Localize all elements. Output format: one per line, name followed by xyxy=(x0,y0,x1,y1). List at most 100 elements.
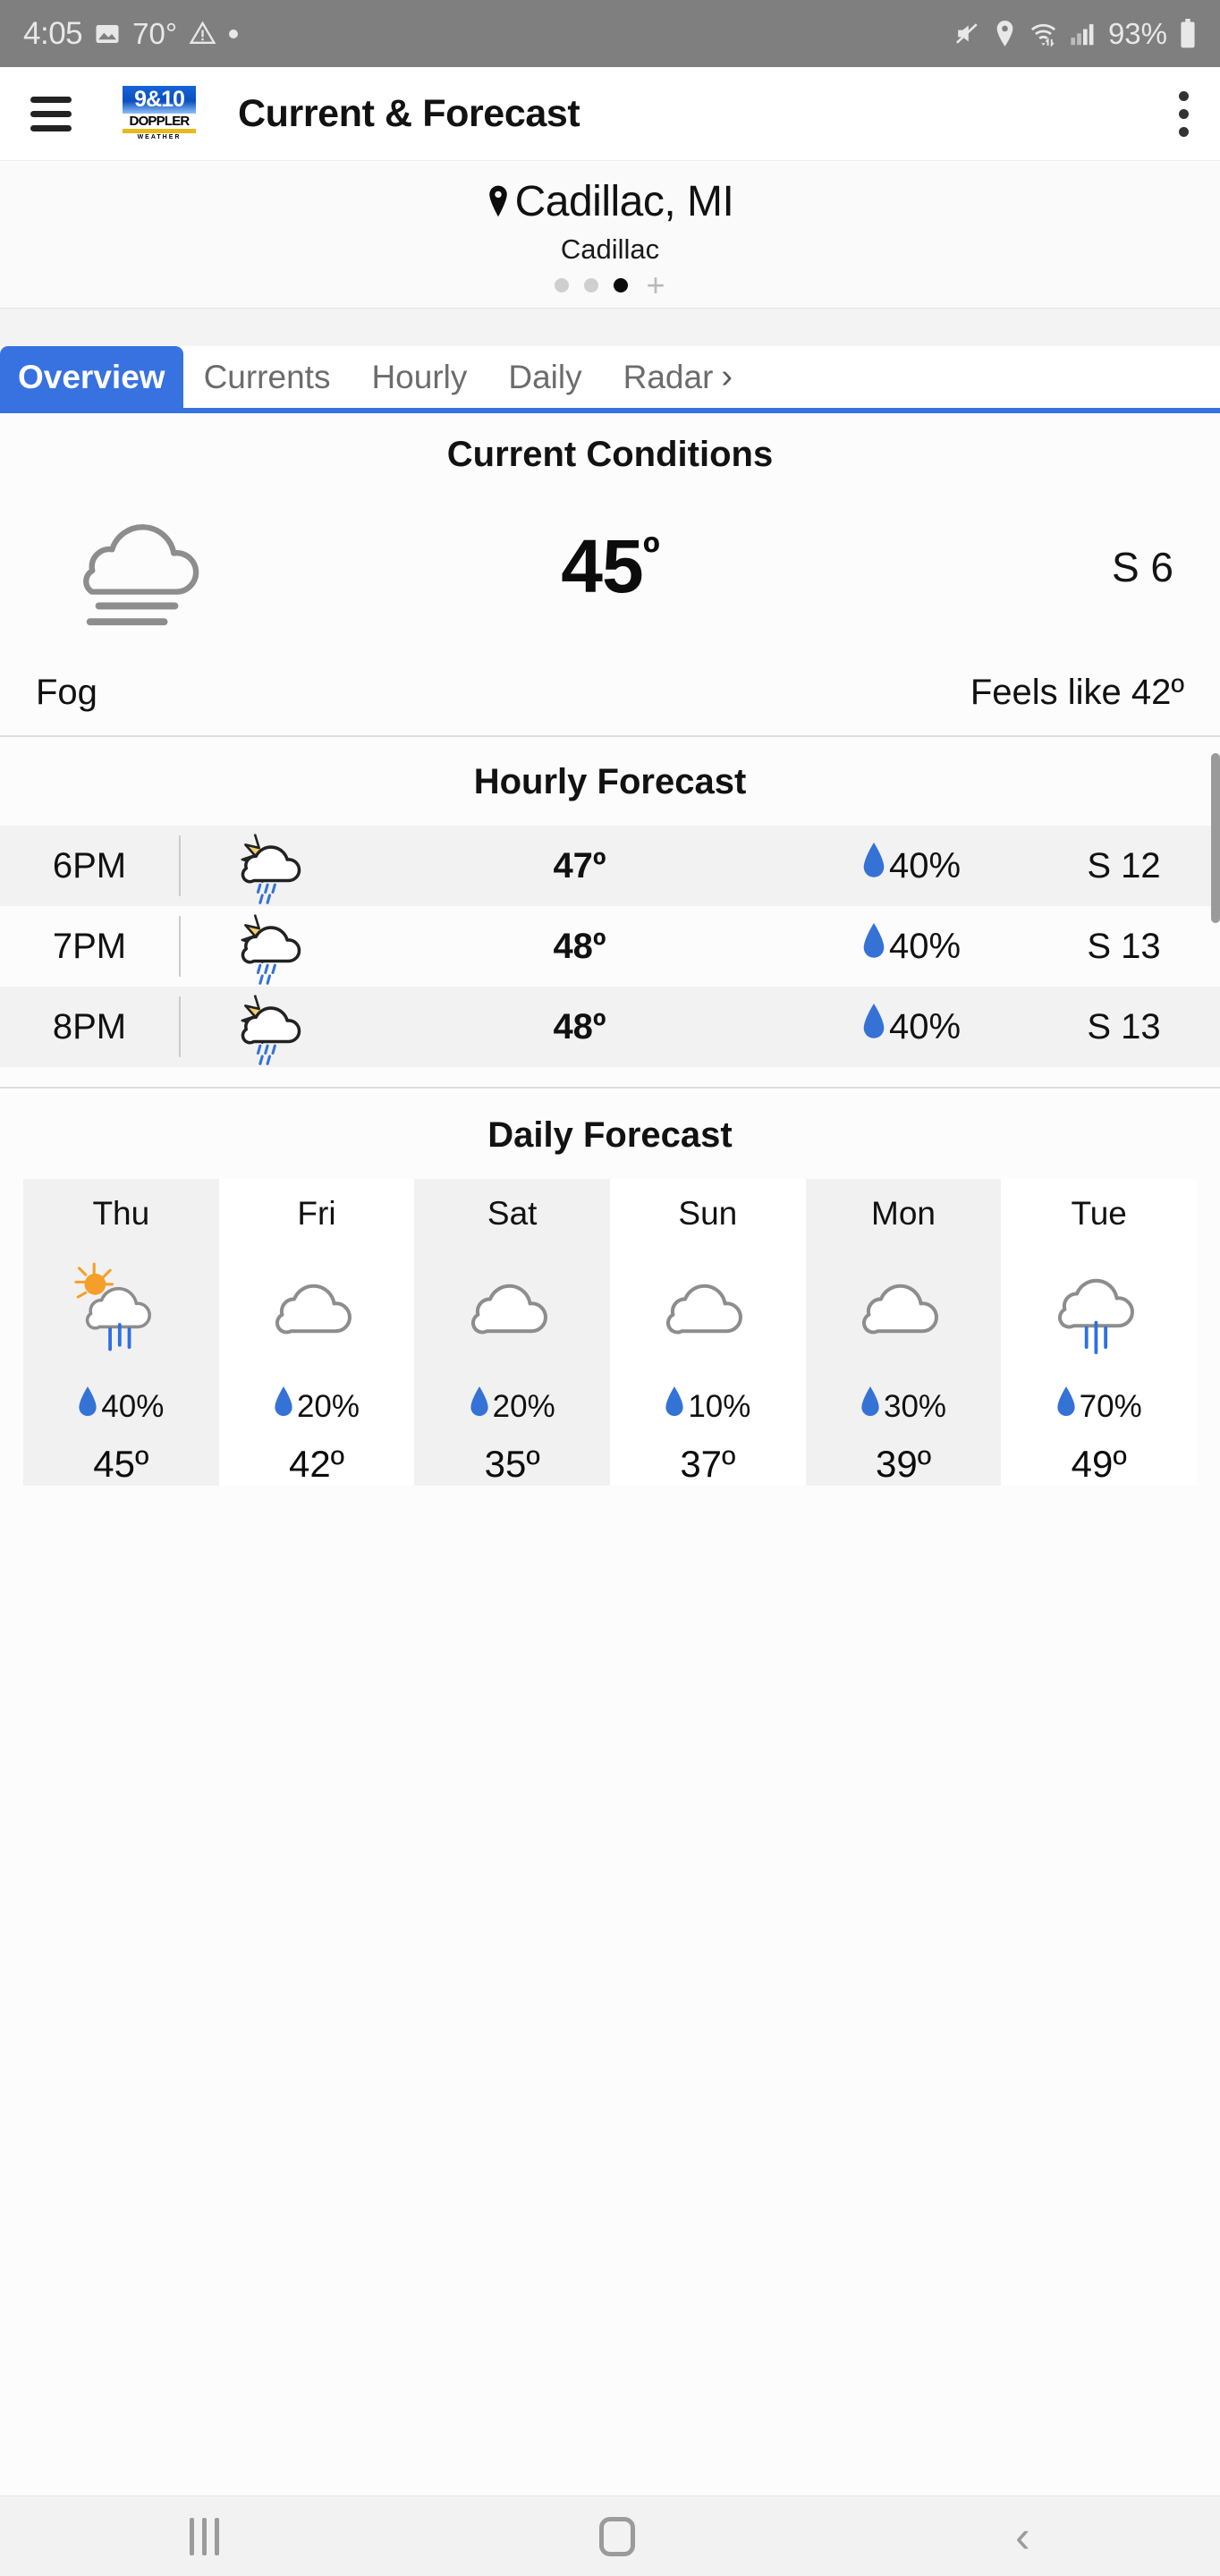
app-bar: 9&10 DOPPLER WEATHER Current & Forecast xyxy=(0,67,1220,161)
list-item[interactable]: Thu 40% 45º xyxy=(23,1179,219,1486)
hourly-precip: 40% xyxy=(795,923,1028,970)
current-temp-value: 45 xyxy=(561,524,643,608)
hourly-temp: 48º xyxy=(553,926,606,966)
fog-icon xyxy=(47,500,234,634)
current-wind: S 6 xyxy=(1111,543,1173,590)
daily-forecast-heading: Daily Forecast xyxy=(487,1115,733,1155)
battery-percent: 93% xyxy=(1107,16,1167,50)
table-row[interactable]: 8PM 48º 40% S 13 xyxy=(0,987,1220,1067)
water-droplet-icon xyxy=(470,1386,489,1427)
feels-like-label: Feels like 42º xyxy=(970,672,1184,712)
weather-app-screen: 4:05 70° 93% 9&10 DOPPLER WEATHER Curren… xyxy=(0,0,1220,2576)
day-temp: 39º xyxy=(875,1443,932,1485)
hourly-forecast-section: Hourly Forecast 6PM 47º 40% S 12 7PM 48º… xyxy=(0,737,1220,1067)
table-row[interactable]: 6PM 47º 40% S 12 xyxy=(0,826,1220,906)
tab-daily-label: Daily xyxy=(508,358,582,395)
dot-indicator-icon xyxy=(228,29,239,39)
location-subname: Cadillac xyxy=(560,233,660,265)
cloud-icon xyxy=(848,1254,959,1361)
day-precip-value: 20% xyxy=(296,1388,360,1424)
day-temp: 49º xyxy=(1071,1443,1127,1485)
hourly-time: 6PM xyxy=(52,845,127,886)
tab-overview[interactable]: Overview xyxy=(0,346,183,408)
cloud-icon xyxy=(261,1254,372,1361)
logo-mid-text: DOPPLER xyxy=(123,114,196,129)
day-precip-value: 10% xyxy=(688,1388,751,1424)
sun-cloud-rain-icon xyxy=(181,825,364,907)
list-item[interactable]: Mon 30% 39º xyxy=(805,1179,1002,1486)
tab-hourly-label: Hourly xyxy=(371,358,468,395)
water-droplet-icon xyxy=(1056,1386,1076,1427)
logo-top-text: 9&10 xyxy=(123,86,196,114)
list-item[interactable]: Fri 20% 42º xyxy=(218,1179,415,1486)
image-icon xyxy=(94,21,121,47)
list-item[interactable]: Sat 20% 35º xyxy=(414,1179,611,1486)
hourly-temp: 48º xyxy=(553,1006,606,1046)
recents-icon[interactable] xyxy=(190,2517,220,2555)
list-item[interactable]: Sun 10% 37º xyxy=(610,1179,806,1486)
sun-cloud-rain-icon xyxy=(181,905,364,987)
android-status-bar: 4:05 70° 93% xyxy=(0,0,1220,67)
daily-forecast-section: Daily Forecast Thu 40% 45º Fri 20% 42º S… xyxy=(0,1089,1220,1486)
vertical-scrollbar[interactable] xyxy=(1211,753,1220,923)
water-droplet-icon xyxy=(862,1004,885,1050)
tab-radar[interactable]: Radar › xyxy=(603,346,753,408)
location-pager[interactable]: + xyxy=(555,268,665,301)
sun-cloud-rain-icon xyxy=(181,986,364,1068)
list-item[interactable]: Tue 70% 49º xyxy=(1001,1179,1198,1486)
location-line: Cadillac, MI xyxy=(487,177,734,226)
status-bar-right: 93% xyxy=(953,17,1197,51)
hourly-temp: 47º xyxy=(553,845,606,886)
pager-dot-3[interactable] xyxy=(614,277,629,292)
day-precip: 40% xyxy=(78,1386,164,1427)
status-clock: 4:05 xyxy=(23,15,83,51)
current-conditions-heading: Current Conditions xyxy=(446,435,774,474)
location-card[interactable]: Cadillac, MI Cadillac + xyxy=(0,161,1220,309)
add-location-button[interactable]: + xyxy=(646,268,665,301)
kebab-menu-icon[interactable] xyxy=(1179,90,1190,137)
volume-mute-icon xyxy=(953,20,981,47)
day-name: Fri xyxy=(297,1195,336,1232)
hourly-precip-value: 40% xyxy=(888,1006,962,1046)
hourly-time: 8PM xyxy=(52,1006,127,1046)
tab-radar-label: Radar xyxy=(623,358,714,395)
water-droplet-icon xyxy=(665,1386,684,1427)
tab-currents[interactable]: Currents xyxy=(183,346,352,408)
water-droplet-icon xyxy=(274,1386,293,1427)
cellular-signal-icon xyxy=(1070,21,1097,47)
location-name: Cadillac, MI xyxy=(514,177,734,225)
day-temp: 35º xyxy=(484,1443,540,1485)
water-droplet-icon xyxy=(862,843,885,889)
hourly-wind: S 12 xyxy=(1087,845,1161,886)
page-title: Current & Forecast xyxy=(238,91,580,135)
hourly-forecast-heading: Hourly Forecast xyxy=(473,762,747,801)
hourly-precip: 40% xyxy=(795,1004,1028,1050)
status-outdoor-temp: 70° xyxy=(132,16,178,50)
home-icon[interactable] xyxy=(599,2516,636,2556)
day-precip-value: 30% xyxy=(883,1388,947,1424)
hourly-precip: 40% xyxy=(795,843,1028,889)
scroll-content[interactable]: Current Conditions 45º S 6 Fog Feels lik… xyxy=(0,413,1220,2496)
station-logo: 9&10 DOPPLER WEATHER xyxy=(123,86,196,141)
pager-dot-1[interactable] xyxy=(555,277,570,292)
hourly-precip-value: 40% xyxy=(888,845,962,886)
cloud-icon xyxy=(457,1254,568,1361)
tab-hourly[interactable]: Hourly xyxy=(351,346,487,408)
hourly-wind: S 13 xyxy=(1087,1006,1161,1046)
hourly-wind: S 13 xyxy=(1087,926,1161,966)
battery-icon xyxy=(1179,19,1197,48)
tab-daily[interactable]: Daily xyxy=(487,346,602,408)
current-conditions-footer: Fog Feels like 42º xyxy=(0,649,1220,735)
location-pin-icon xyxy=(993,20,1017,47)
day-precip: 70% xyxy=(1056,1386,1142,1427)
back-icon[interactable]: ‹ xyxy=(1015,2514,1030,2559)
pager-dot-2[interactable] xyxy=(584,277,599,292)
day-name: Tue xyxy=(1071,1195,1127,1232)
location-pin-icon xyxy=(487,182,510,220)
day-precip-value: 70% xyxy=(1079,1388,1142,1424)
tab-overview-label: Overview xyxy=(18,358,165,395)
table-row[interactable]: 7PM 48º 40% S 13 xyxy=(0,906,1220,987)
day-precip: 30% xyxy=(860,1386,946,1427)
hamburger-menu-icon[interactable] xyxy=(30,96,72,131)
android-nav-bar: ‹ xyxy=(0,2496,1220,2576)
